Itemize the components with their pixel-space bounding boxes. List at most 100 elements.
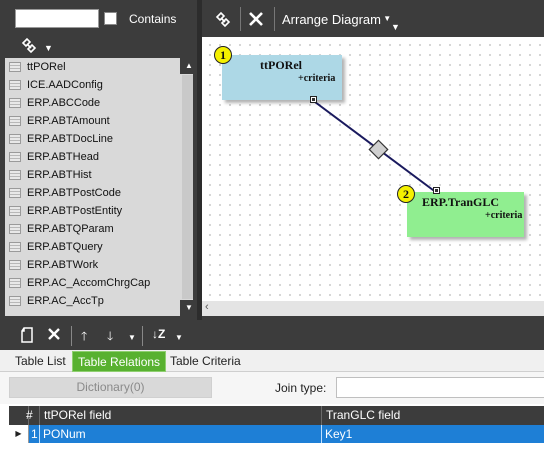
list-item[interactable]: ERP.ABTQParam [5,220,193,238]
row-pointer-icon: ▶ [9,425,29,443]
table-search-bar: Contains ▼ [0,0,197,58]
list-item[interactable]: ERP.ABTHead [5,148,193,166]
table-icon [9,206,21,216]
close-icon [48,328,60,340]
table-icon [9,296,21,306]
list-item[interactable]: ERP.ABTPostCode [5,184,193,202]
entity-ttporel[interactable]: ttPORel +criteria [222,55,342,103]
delete-button[interactable] [248,11,264,30]
chevron-down-icon[interactable]: ▼ [44,43,53,53]
chevron-left-icon[interactable]: ‹ [205,301,209,313]
table-icon [9,116,21,126]
table-icon [9,224,21,234]
link-button[interactable] [214,11,232,32]
new-button[interactable] [20,327,34,346]
list-item-label: ERP.AC_AccTp [27,295,104,307]
list-item[interactable]: ICE.AADConfig [5,76,193,94]
list-item[interactable]: ERP.ABTPostEntity [5,202,193,220]
row-right-field[interactable]: Key1 [322,425,544,443]
contains-checkbox[interactable] [104,12,117,25]
link-icon [215,11,231,28]
entity-name: ERP.TranGLC [422,195,500,209]
tab-bar: Table List Table Relations Table Criteri… [0,350,544,372]
table-icon [9,278,21,288]
toolbar-divider [71,326,72,346]
add-relation-tool[interactable]: ▼ [20,37,53,58]
scroll-thumb[interactable] [182,75,193,299]
list-item[interactable]: ttPORel [5,58,193,76]
dictionary-button[interactable]: Dictionary(0) [9,377,212,398]
list-item-label: ERP.ABTAmount [27,115,110,127]
list-item[interactable]: ERP.AC_AccTp [5,292,193,310]
list-item-label: ERP.ABTPostEntity [27,205,123,217]
table-icon [9,242,21,252]
toolbar-divider [274,7,275,31]
list-item[interactable]: ERP.ABTQuery [5,238,193,256]
diagram-canvas[interactable]: ttPORel +criteria 1 ERP.TranGLC +criteri… [202,37,544,301]
column-header-right-field[interactable]: TranGLC field [322,406,544,425]
row-left-field[interactable]: PONum [40,425,322,443]
join-type-field[interactable] [336,377,544,398]
arrow-up-icon: 🡑 [81,329,88,343]
list-item-label: ERP.ABTHist [27,169,92,181]
new-document-icon [21,327,33,343]
list-item-label: ERP.ABTQuery [27,241,103,253]
entity-criteria[interactable]: +criteria [298,73,335,84]
table-list: ttPORel ICE.AADConfig ERP.ABCCode ERP.ABTAm… [5,58,193,316]
list-item-label: ERP.AC_AccomChrgCap [27,277,151,289]
sort-button[interactable]: ↓Z [152,327,165,341]
table-icon [9,98,21,108]
column-header-index[interactable]: # [24,406,40,425]
list-item-label: ERP.ABTWork [27,259,99,271]
table-icon [9,62,21,72]
entity-name: ttPORel [260,58,302,72]
entity-erp-tranglc[interactable]: ERP.TranGLC +criteria [407,187,524,237]
diagram-horizontal-scrollbar[interactable]: ‹ [202,301,544,316]
list-item[interactable]: ERP.AC_AccomChrgCap [5,274,193,292]
table-icon [9,80,21,90]
chevron-down-icon[interactable]: ▼ [175,333,183,342]
relation-diamond[interactable] [368,139,389,160]
list-item[interactable]: ERP.ABTDocLine [5,130,193,148]
list-item[interactable]: ERP.ABTWork [5,256,193,274]
list-item-label: ERP.ABTQParam [27,223,114,235]
list-item[interactable]: ERP.ABTAmount [5,112,193,130]
arrange-diagram-button[interactable]: Arrange Diagram ▼ [282,12,391,27]
delete-button[interactable] [47,327,61,344]
list-item[interactable]: ERP.ABTHist [5,166,193,184]
entity-badge: 1 [214,46,232,64]
scroll-up-icon[interactable]: ▲ [180,58,193,74]
move-up-button[interactable]: 🡑 [81,327,87,348]
table-list-scrollbar[interactable]: ▲ ▼ [180,58,193,316]
entity-badge: 2 [397,185,415,203]
grid-header: # ttPORel field TranGLC field [9,406,544,425]
list-item-label: ERP.ABTDocLine [27,133,114,145]
list-item-label: ERP.ABTHead [27,151,99,163]
table-search-input[interactable] [15,9,99,28]
list-item-label: ICE.AADConfig [27,79,103,91]
toolbar-divider [142,326,143,346]
relations-options: Dictionary(0) Join type: [0,372,544,404]
contains-label: Contains [129,12,177,26]
list-item[interactable]: ERP.ABCCode [5,94,193,112]
join-type-label: Join type: [275,381,327,395]
table-row[interactable]: ▶ 1 PONum Key1 [9,425,544,443]
sort-az-icon: ↓Z [152,327,166,341]
arrow-down-icon: 🡓 [107,329,114,343]
relations-toolbar: 🡑 🡓 ▼ ↓Z ▼ [0,320,544,350]
tab-table-criteria[interactable]: Table Criteria [165,351,246,372]
chevron-down-icon: ▼ [381,14,392,23]
list-item-label: ERP.ABCCode [27,97,101,109]
tab-table-relations[interactable]: Table Relations [72,351,167,372]
entity-connector[interactable] [433,187,440,194]
scroll-down-icon[interactable]: ▼ [180,300,193,316]
chevron-down-icon[interactable]: ▼ [128,333,136,342]
entity-connector[interactable] [310,96,317,103]
entity-criteria[interactable]: +criteria [485,210,522,221]
chevron-down-icon[interactable]: ▼ [391,22,400,32]
move-down-button[interactable]: 🡓 [107,327,113,348]
table-icon [9,134,21,144]
column-header-left-field[interactable]: ttPORel field [40,406,322,425]
tab-table-list[interactable]: Table List [10,351,71,372]
row-index: 1 [29,425,40,443]
